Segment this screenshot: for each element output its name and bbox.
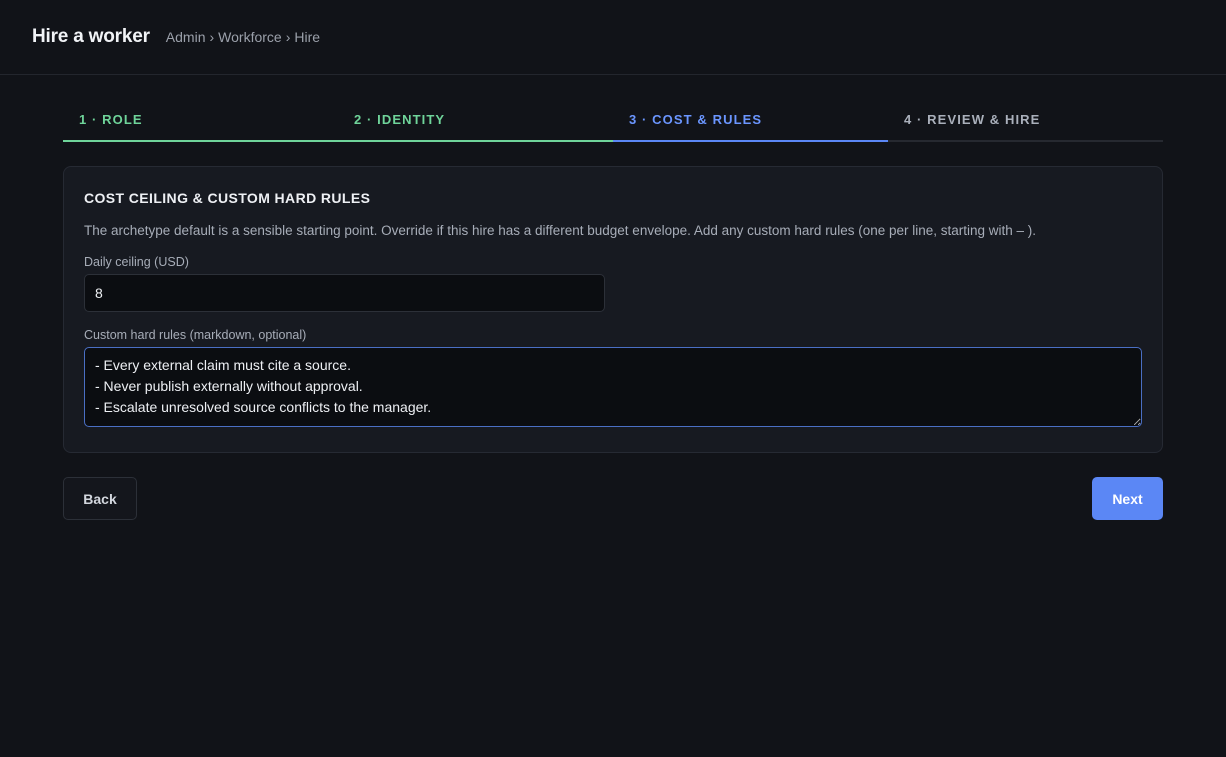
breadcrumb-workforce[interactable]: Workforce: [218, 29, 282, 45]
step-identity[interactable]: 2 · IDENTITY: [338, 100, 613, 142]
daily-ceiling-input[interactable]: [84, 274, 605, 312]
breadcrumb: Admin › Workforce › Hire: [166, 29, 320, 45]
card-title: COST CEILING & CUSTOM HARD RULES: [84, 190, 371, 206]
back-button[interactable]: Back: [63, 477, 137, 520]
step-role[interactable]: 1 · ROLE: [63, 100, 338, 142]
page-title: Hire a worker: [32, 26, 150, 47]
breadcrumb-separator: ›: [285, 29, 291, 45]
daily-ceiling-label: Daily ceiling (USD): [84, 255, 189, 269]
custom-rules-label: Custom hard rules (markdown, optional): [84, 328, 307, 342]
breadcrumb-hire: Hire: [294, 29, 321, 45]
card-description: The archetype default is a sensible star…: [84, 223, 1037, 238]
step-review-hire[interactable]: 4 · REVIEW & HIRE: [888, 100, 1163, 142]
step-cost-rules[interactable]: 3 · COST & RULES: [613, 100, 888, 142]
breadcrumb-separator: ›: [209, 29, 215, 45]
cost-rules-card: COST CEILING & CUSTOM HARD RULES The arc…: [63, 166, 1163, 453]
page-header: Hire a worker Admin › Workforce › Hire: [0, 0, 1226, 75]
breadcrumb-admin[interactable]: Admin: [166, 29, 206, 45]
custom-rules-textarea[interactable]: - Every external claim must cite a sourc…: [84, 347, 1142, 427]
wizard-stepper: 1 · ROLE 2 · IDENTITY 3 · COST & RULES 4…: [63, 100, 1163, 142]
next-button[interactable]: Next: [1092, 477, 1163, 520]
